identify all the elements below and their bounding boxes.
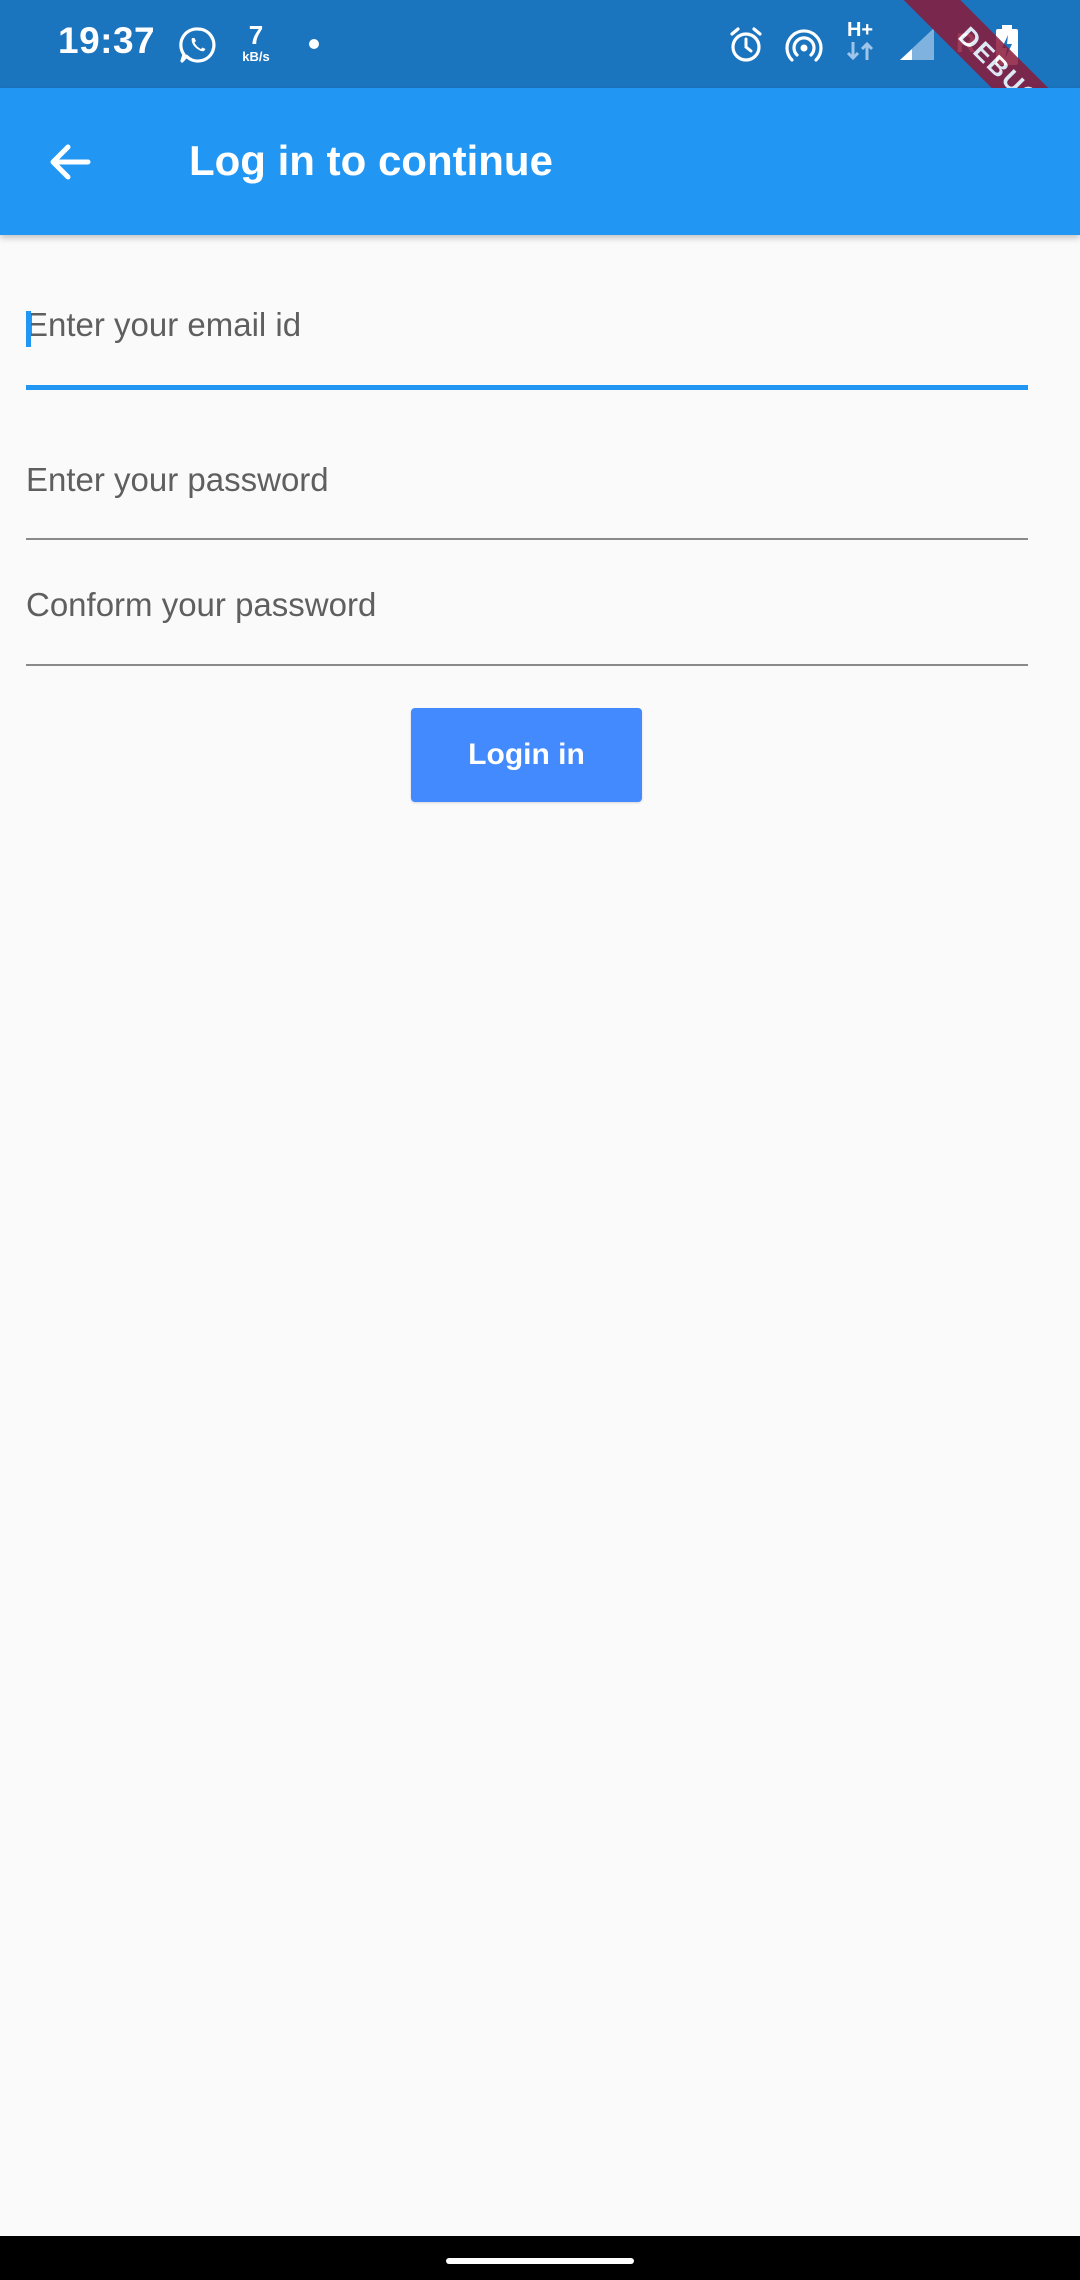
network-type-label: H+ — [846, 19, 874, 41]
arrow-back-icon — [50, 144, 91, 180]
navigation-bar — [0, 2236, 1080, 2280]
email-field-container — [26, 300, 1028, 392]
password-field[interactable] — [26, 455, 1028, 505]
text-cursor — [26, 311, 31, 347]
notification-dot — [309, 39, 319, 49]
net-speed-indicator: 7 kB/s — [236, 22, 276, 63]
net-speed-unit: kB/s — [242, 49, 270, 64]
password-field-underline — [26, 538, 1028, 540]
hotspot-icon — [785, 29, 823, 62]
whatsapp-icon — [179, 27, 216, 63]
net-speed-value: 7 — [248, 20, 264, 50]
page-title: Log in to continue — [189, 137, 553, 184]
email-field[interactable] — [26, 300, 1028, 350]
status-bar: 19:37 7 kB/s H+ R DEBUG — [0, 0, 1080, 88]
alarm-icon — [730, 27, 762, 62]
email-field-underline — [26, 385, 1028, 390]
confirm-password-field-container — [26, 580, 1028, 670]
login-button[interactable]: Login in — [411, 708, 642, 802]
password-field-container — [26, 455, 1028, 545]
status-time: 19:37 — [58, 20, 156, 61]
app-bar: Log in to continue — [0, 88, 1080, 235]
signal-icon — [900, 28, 934, 60]
data-arrows-icon: H+ — [842, 20, 878, 64]
back-button[interactable] — [40, 132, 100, 192]
home-indicator[interactable] — [446, 2258, 634, 2264]
confirm-password-field-underline — [26, 664, 1028, 666]
confirm-password-field[interactable] — [26, 580, 1028, 630]
